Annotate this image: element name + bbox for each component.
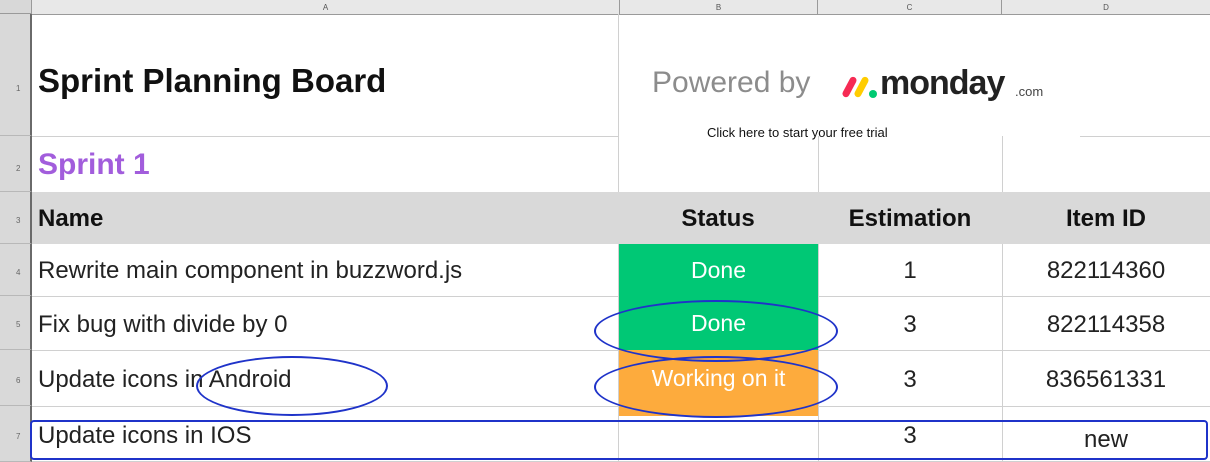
row-header-5[interactable]: 5 xyxy=(0,296,32,350)
column-header-bar: A B C D xyxy=(32,0,1210,15)
header-estimation[interactable]: Estimation xyxy=(818,205,1002,233)
grid-line xyxy=(818,136,819,462)
select-all-corner[interactable] xyxy=(0,0,32,14)
item-id-cell[interactable]: 822114360 xyxy=(1002,257,1210,285)
item-id-cell[interactable]: 822114358 xyxy=(1002,311,1210,339)
estimation-cell[interactable]: 3 xyxy=(818,311,1002,339)
row-header-4[interactable]: 4 xyxy=(0,244,32,296)
header-status[interactable]: Status xyxy=(618,205,818,233)
item-id-cell[interactable]: 836561331 xyxy=(1002,366,1210,394)
item-name-cell[interactable]: Fix bug with divide by 0 xyxy=(38,311,287,339)
grid-line xyxy=(1002,136,1003,462)
monday-logo-icon[interactable] xyxy=(840,68,882,109)
free-trial-link[interactable]: Click here to start your free trial xyxy=(707,125,888,140)
brand-name[interactable]: monday xyxy=(880,64,1005,103)
board-title: Sprint Planning Board xyxy=(38,62,387,99)
status-cell-done[interactable]: Done xyxy=(619,244,818,296)
brand-suffix: .com xyxy=(1015,84,1044,99)
annotation-circle xyxy=(594,300,838,362)
estimation-cell[interactable]: 3 xyxy=(818,366,1002,394)
grid-line xyxy=(1080,136,1210,137)
row-header-3[interactable]: 3 xyxy=(0,192,32,244)
column-header-a[interactable]: A xyxy=(32,0,620,14)
column-header-c[interactable]: C xyxy=(818,0,1002,14)
group-title-sprint: Sprint 1 xyxy=(38,148,150,181)
grid-line xyxy=(32,136,618,137)
header-item-id[interactable]: Item ID xyxy=(1002,205,1210,233)
row-header-6[interactable]: 6 xyxy=(0,350,32,406)
annotation-circle xyxy=(196,356,388,416)
row-header-1[interactable]: 1 xyxy=(0,14,32,136)
column-header-d[interactable]: D xyxy=(1002,0,1210,14)
annotation-circle xyxy=(594,356,838,418)
column-header-b[interactable]: B xyxy=(620,0,818,14)
row-header-2[interactable]: 2 xyxy=(0,136,32,192)
row-header-7[interactable]: 7 xyxy=(0,406,32,462)
estimation-cell[interactable]: 1 xyxy=(818,257,1002,285)
powered-by-label[interactable]: Powered by xyxy=(652,66,810,100)
spreadsheet-grid: A B C D 1 2 3 4 5 6 7 Sprint Planning Bo… xyxy=(0,0,1210,462)
annotation-row-highlight xyxy=(30,420,1208,460)
header-name[interactable]: Name xyxy=(38,205,103,233)
item-name-cell[interactable]: Rewrite main component in buzzword.js xyxy=(38,257,462,285)
